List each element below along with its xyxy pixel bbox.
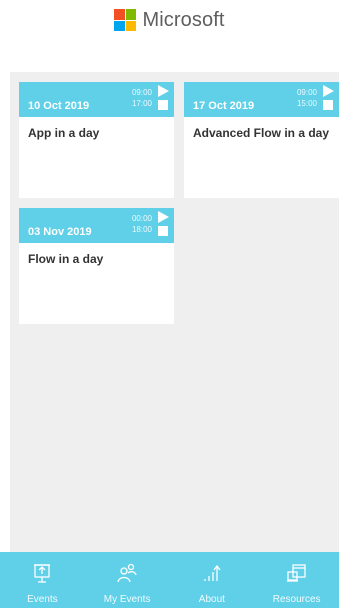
event-grid: 10 Oct 2019 09:00 17:00 App in a day 17 …	[19, 82, 339, 324]
nav-label-events: Events	[27, 594, 58, 605]
play-icon[interactable]	[323, 85, 334, 97]
event-card[interactable]: 10 Oct 2019 09:00 17:00 App in a day	[19, 82, 174, 198]
logo-green-square	[125, 9, 137, 20]
nav-label-about: About	[198, 594, 225, 605]
checkbox[interactable]	[323, 100, 333, 110]
chart-icon	[204, 564, 221, 581]
people-icon	[117, 563, 137, 583]
event-title: Flow in a day	[28, 252, 104, 266]
nav-item-resources[interactable]: Resources	[254, 552, 339, 608]
event-times: 09:00 15:00	[297, 87, 317, 109]
event-card[interactable]: 17 Oct 2019 09:00 15:00 Advanced Flow in…	[184, 82, 339, 198]
play-icon[interactable]	[158, 85, 169, 97]
events-gallery: 10 Oct 2019 09:00 17:00 App in a day 17 …	[10, 72, 339, 552]
event-end-time: 17:00	[131, 99, 152, 108]
bottom-navigation: Events My Events About Resources	[0, 552, 339, 608]
event-title: Advanced Flow in a day	[193, 126, 330, 140]
checkbox[interactable]	[158, 226, 168, 236]
event-card[interactable]: 03 Nov 2019 00:00 18:00 Flow in a day	[19, 208, 174, 324]
nav-item-events[interactable]: Events	[0, 552, 85, 608]
event-date: 17 Oct 2019	[193, 100, 255, 112]
event-end-time: 15:00	[296, 99, 317, 108]
event-title: App in a day	[28, 126, 100, 140]
devices-icon	[286, 564, 306, 582]
presentation-board-icon	[34, 564, 51, 583]
nav-label-my-events: My Events	[103, 594, 151, 605]
brand-name: Microsoft	[142, 8, 225, 31]
event-date: 10 Oct 2019	[28, 100, 90, 112]
play-icon[interactable]	[158, 211, 169, 223]
event-times: 00:00 18:00	[132, 213, 152, 235]
event-date: 03 Nov 2019	[28, 226, 92, 238]
event-card-header: 17 Oct 2019 09:00 15:00	[184, 82, 339, 117]
logo-blue-square	[114, 20, 125, 31]
event-start-time: 00:00	[131, 214, 152, 223]
event-card-header: 03 Nov 2019 00:00 18:00	[19, 208, 174, 243]
logo-red-square	[114, 9, 125, 20]
nav-label-resources: Resources	[272, 594, 321, 605]
event-card-header: 10 Oct 2019 09:00 17:00	[19, 82, 174, 117]
nav-item-my-events[interactable]: My Events	[85, 552, 170, 608]
nav-item-about[interactable]: About	[170, 552, 255, 608]
brand: Microsoft	[0, 8, 339, 32]
event-times: 09:00 17:00	[132, 87, 152, 109]
app-header: Microsoft	[0, 0, 339, 68]
checkbox[interactable]	[158, 100, 168, 110]
microsoft-logo-icon	[114, 9, 137, 31]
event-end-time: 18:00	[131, 225, 152, 234]
event-start-time: 09:00	[131, 88, 152, 97]
event-start-time: 09:00	[296, 88, 317, 97]
logo-yellow-square	[125, 20, 137, 31]
